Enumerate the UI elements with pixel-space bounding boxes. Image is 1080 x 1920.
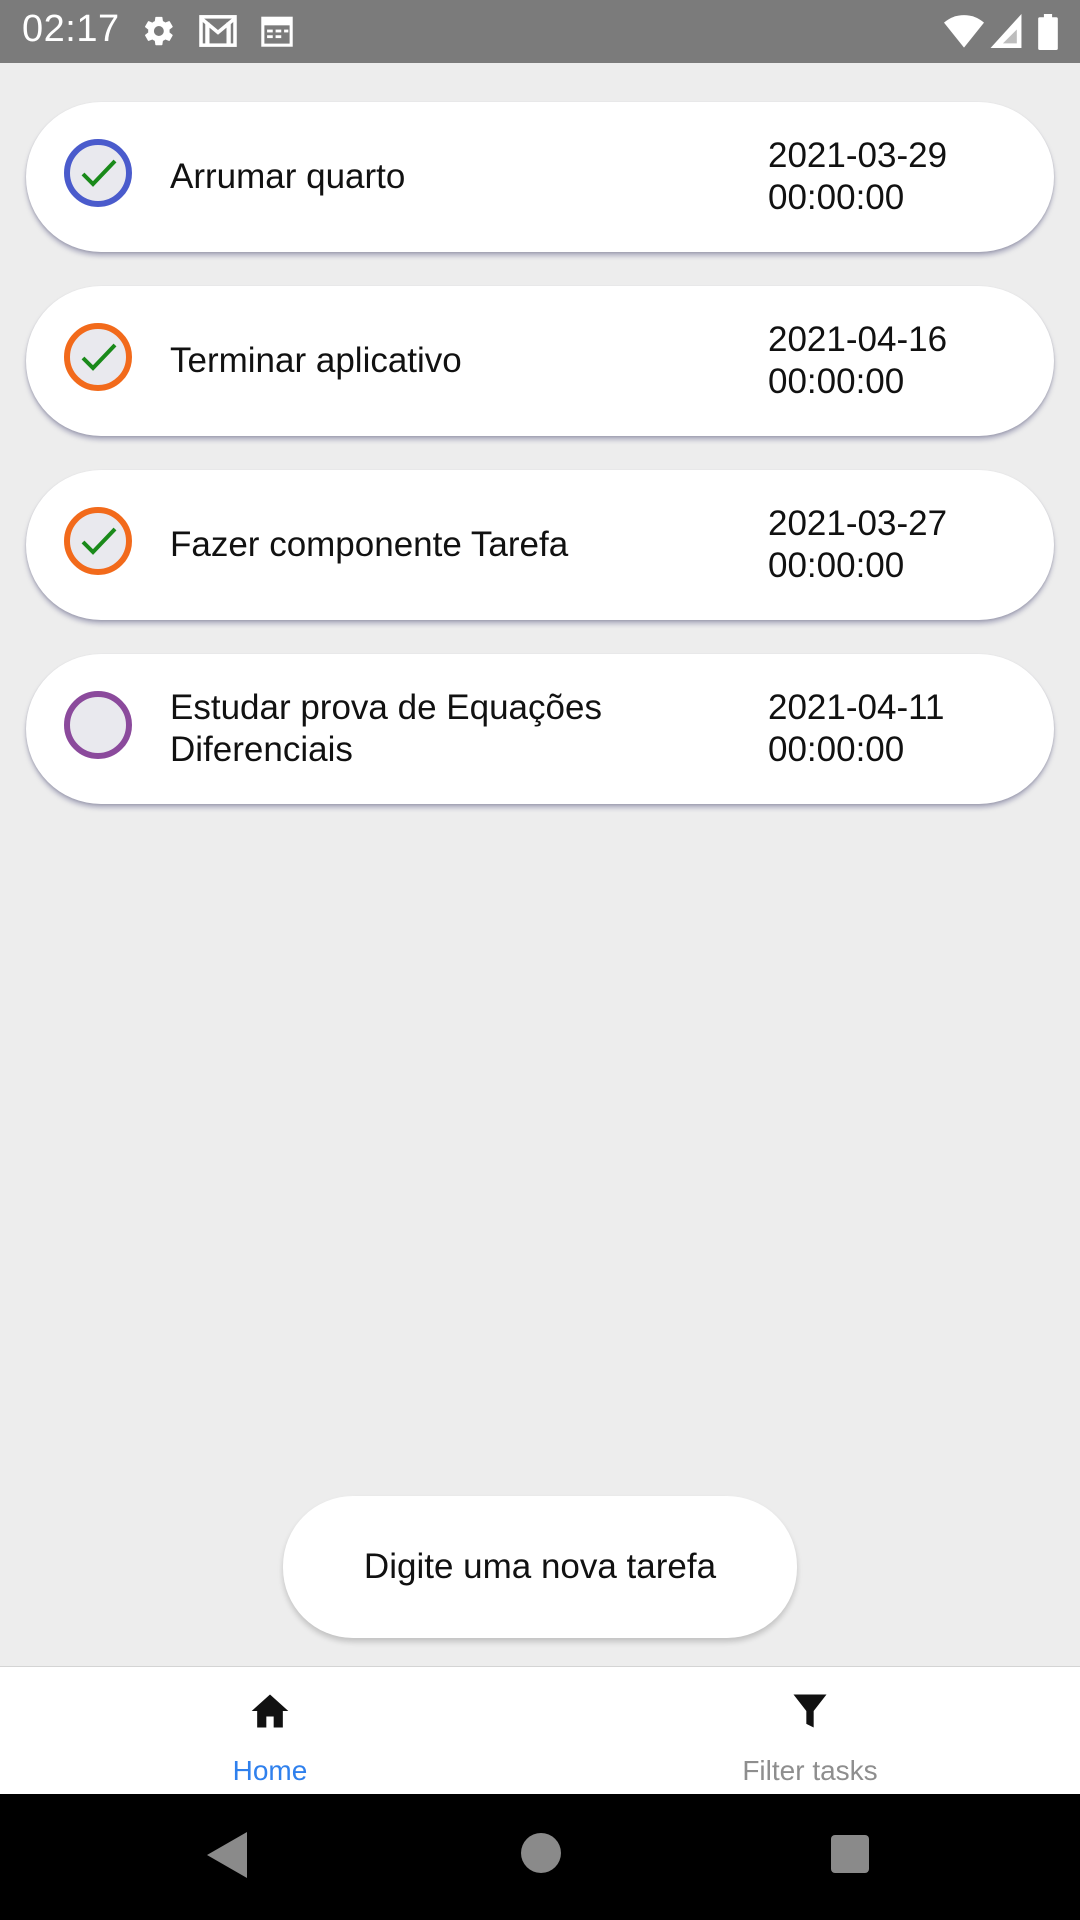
filter-icon [788, 1689, 832, 1733]
task-time: 00:00:00 [768, 730, 905, 769]
battery-icon [1038, 14, 1058, 50]
check-icon [81, 527, 117, 555]
check-icon [81, 343, 117, 371]
task-item[interactable]: Estudar prova de Equações Diferenciais 2… [26, 654, 1054, 804]
bottom-tab-bar: Home Filter tasks [0, 1666, 1080, 1795]
task-date: 2021-04-11 [768, 688, 945, 727]
task-item[interactable]: Arrumar quarto 2021-03-29 00:00:00 [26, 102, 1054, 252]
task-time: 00:00:00 [768, 178, 905, 217]
task-title: Fazer componente Tarefa [170, 525, 569, 564]
home-button-icon[interactable] [520, 1832, 562, 1879]
tab-filter-tasks[interactable]: Filter tasks [540, 1667, 1080, 1795]
calendar-icon [260, 14, 294, 48]
signal-icon [990, 14, 1022, 48]
task-date: 2021-03-29 [768, 136, 948, 175]
tab-home[interactable]: Home [0, 1667, 540, 1795]
navigation-bar [0, 1794, 1080, 1920]
status-bar: 02:17 [0, 0, 1080, 63]
task-checkbox[interactable] [64, 323, 132, 391]
task-title: Arrumar quarto [170, 157, 406, 196]
task-list: Arrumar quarto 2021-03-29 00:00:00 Termi… [0, 63, 1080, 1666]
task-checkbox[interactable] [64, 691, 132, 759]
task-title: Estudar prova de Equações Diferenciais [170, 688, 602, 769]
task-item[interactable]: Fazer componente Tarefa 2021-03-27 00:00… [26, 470, 1054, 620]
task-item[interactable]: Terminar aplicativo 2021-04-16 00:00:00 [26, 286, 1054, 436]
recents-icon[interactable] [830, 1834, 870, 1879]
task-time: 00:00:00 [768, 546, 905, 585]
task-date: 2021-03-27 [768, 504, 948, 543]
task-due-date: 2021-03-27 00:00:00 [768, 470, 1028, 620]
wifi-icon [944, 14, 984, 48]
task-title: Terminar aplicativo [170, 341, 462, 380]
task-checkbox[interactable] [64, 507, 132, 575]
task-checkbox[interactable] [64, 139, 132, 207]
new-task-field[interactable] [283, 1496, 797, 1638]
new-task-input[interactable] [308, 1546, 772, 1588]
tab-home-label: Home [232, 1755, 308, 1786]
gmail-icon [198, 14, 238, 48]
task-date: 2021-04-16 [768, 320, 948, 359]
gear-icon [142, 14, 176, 48]
task-time: 00:00:00 [768, 362, 905, 401]
task-due-date: 2021-04-16 00:00:00 [768, 286, 1028, 436]
task-due-date: 2021-03-29 00:00:00 [768, 102, 1028, 252]
tab-filter-label: Filter tasks [742, 1755, 878, 1786]
home-icon [248, 1689, 292, 1733]
task-due-date: 2021-04-11 00:00:00 [768, 654, 1028, 804]
check-icon [81, 159, 117, 187]
back-icon[interactable] [205, 1830, 249, 1885]
status-time: 02:17 [22, 8, 120, 50]
